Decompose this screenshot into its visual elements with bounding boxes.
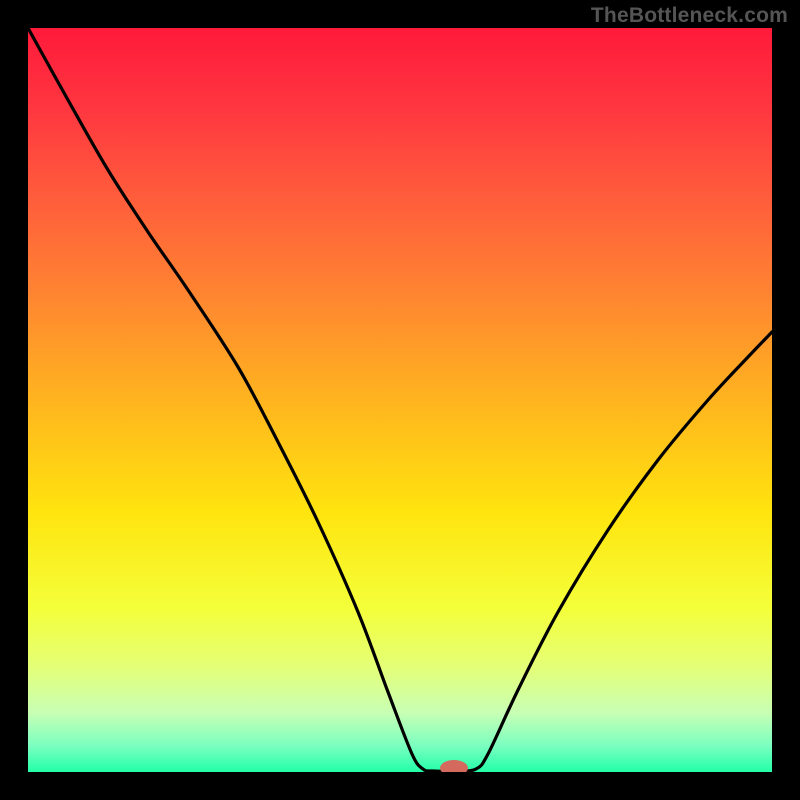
chart-frame: TheBottleneck.com	[0, 0, 800, 800]
gradient-background	[28, 28, 772, 772]
bottleneck-curve-chart	[28, 28, 772, 772]
watermark-text: TheBottleneck.com	[591, 4, 788, 28]
plot-area	[28, 28, 772, 772]
